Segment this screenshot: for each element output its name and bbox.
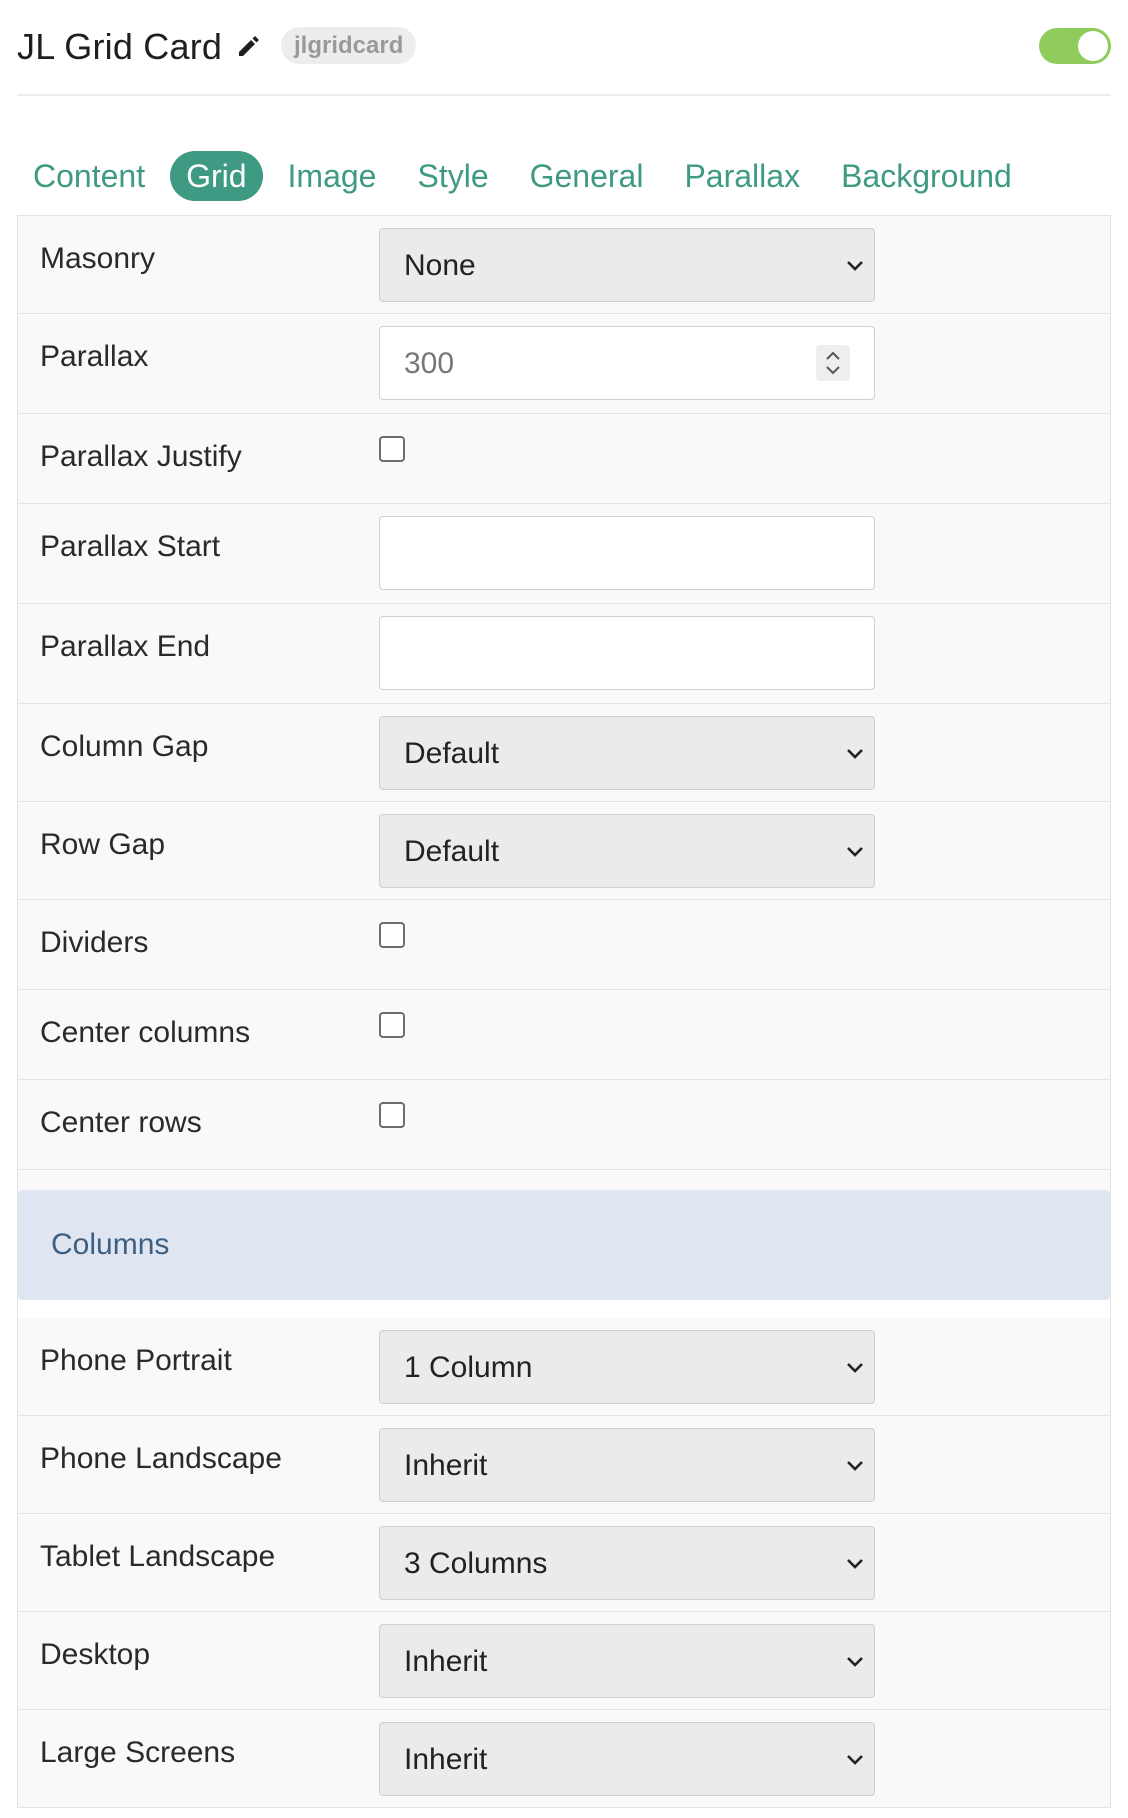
- grid-settings-form: Masonry None Parallax 300 Parallax Justi…: [17, 215, 1111, 1808]
- toggle-knob: [1078, 31, 1108, 61]
- select-value: Default: [404, 835, 500, 868]
- field-label: Desktop: [40, 1638, 151, 1671]
- parallax-start-input[interactable]: [379, 516, 875, 590]
- tab-parallax[interactable]: Parallax: [668, 151, 816, 201]
- enabled-toggle[interactable]: [1039, 28, 1111, 64]
- select-value: 3 Columns: [404, 1547, 548, 1580]
- pencil-icon[interactable]: [233, 30, 265, 62]
- element-header: JL Grid Card jlgridcard: [17, 16, 1111, 96]
- chevron-down-icon: [847, 1363, 863, 1373]
- chevron-down-icon: [847, 847, 863, 857]
- field-label: Dividers: [40, 926, 149, 959]
- select-value: Inherit: [404, 1743, 488, 1776]
- chevron-down-icon: [847, 1755, 863, 1765]
- tab-style[interactable]: Style: [401, 151, 504, 201]
- phone-landscape-select[interactable]: Inherit: [379, 1428, 875, 1502]
- tab-content[interactable]: Content: [17, 151, 161, 201]
- phone-portrait-select[interactable]: 1 Column: [379, 1330, 875, 1404]
- field-row-center-columns: Center columns: [18, 990, 1110, 1080]
- spinner-arrows-icon: [826, 351, 840, 375]
- element-type-badge: jlgridcard: [281, 27, 417, 64]
- parallax-end-input[interactable]: [379, 616, 875, 690]
- field-label: Row Gap: [40, 828, 166, 861]
- tablet-landscape-select[interactable]: 3 Columns: [379, 1526, 875, 1600]
- chevron-down-icon: [847, 261, 863, 271]
- field-label: Phone Portrait: [40, 1344, 232, 1377]
- element-title: JL Grid Card: [17, 26, 223, 67]
- section-title: Columns: [51, 1228, 170, 1261]
- columns-section-header[interactable]: Columns: [18, 1190, 1110, 1300]
- field-label: Masonry: [40, 242, 156, 275]
- parallax-number-input[interactable]: 300: [379, 326, 875, 400]
- element-settings-page: JL Grid Card jlgridcard Content Grid Ima…: [0, 0, 1128, 1818]
- center-columns-checkbox[interactable]: [379, 1012, 405, 1038]
- field-label: Parallax Justify: [40, 440, 242, 473]
- field-label: Tablet Landscape: [40, 1540, 276, 1573]
- field-label: Parallax: [40, 340, 149, 373]
- field-row-row-gap: Row Gap Default: [18, 802, 1110, 900]
- masonry-select[interactable]: None: [379, 228, 875, 302]
- field-label: Phone Landscape: [40, 1442, 282, 1475]
- section-spacer: [18, 1300, 1110, 1318]
- number-spinner[interactable]: [816, 345, 850, 381]
- select-value: Inherit: [404, 1645, 488, 1678]
- field-label: Column Gap: [40, 730, 209, 763]
- select-value: None: [404, 249, 476, 282]
- field-row-parallax-end: Parallax End: [18, 604, 1110, 704]
- field-row-phone-portrait: Phone Portrait 1 Column: [18, 1318, 1110, 1416]
- field-label: Parallax End: [40, 630, 211, 663]
- chevron-down-icon: [847, 1559, 863, 1569]
- field-label: Parallax Start: [40, 530, 221, 563]
- field-row-masonry: Masonry None: [18, 216, 1110, 314]
- desktop-select[interactable]: Inherit: [379, 1624, 875, 1698]
- tab-background[interactable]: Background: [825, 151, 1028, 201]
- field-row-large-screens: Large Screens Inherit: [18, 1710, 1110, 1808]
- field-row-parallax-start: Parallax Start: [18, 504, 1110, 604]
- center-rows-checkbox[interactable]: [379, 1102, 405, 1128]
- settings-tabs: Content Grid Image Style General Paralla…: [17, 150, 1037, 202]
- dividers-checkbox[interactable]: [379, 922, 405, 948]
- field-label: Center columns: [40, 1016, 251, 1049]
- row-gap-select[interactable]: Default: [379, 814, 875, 888]
- field-row-phone-landscape: Phone Landscape Inherit: [18, 1416, 1110, 1514]
- chevron-down-icon: [847, 1461, 863, 1471]
- field-label: Center rows: [40, 1106, 202, 1139]
- field-row-tablet-landscape: Tablet Landscape 3 Columns: [18, 1514, 1110, 1612]
- select-value: 1 Column: [404, 1351, 533, 1384]
- chevron-down-icon: [847, 749, 863, 759]
- tab-grid[interactable]: Grid: [170, 151, 263, 201]
- column-gap-select[interactable]: Default: [379, 716, 875, 790]
- select-value: Inherit: [404, 1449, 488, 1482]
- select-value: Default: [404, 737, 500, 770]
- tab-image[interactable]: Image: [272, 151, 393, 201]
- large-screens-select[interactable]: Inherit: [379, 1722, 875, 1796]
- field-row-parallax-justify: Parallax Justify: [18, 414, 1110, 504]
- field-row-dividers: Dividers: [18, 900, 1110, 990]
- field-row-center-rows: Center rows: [18, 1080, 1110, 1170]
- parallax-justify-checkbox[interactable]: [379, 436, 405, 462]
- field-row-column-gap: Column Gap Default: [18, 704, 1110, 802]
- tab-general[interactable]: General: [514, 151, 660, 201]
- field-label: Large Screens: [40, 1736, 236, 1769]
- chevron-down-icon: [847, 1657, 863, 1667]
- input-placeholder: 300: [404, 347, 455, 380]
- field-row-parallax: Parallax 300: [18, 314, 1110, 414]
- field-row-desktop: Desktop Inherit: [18, 1612, 1110, 1710]
